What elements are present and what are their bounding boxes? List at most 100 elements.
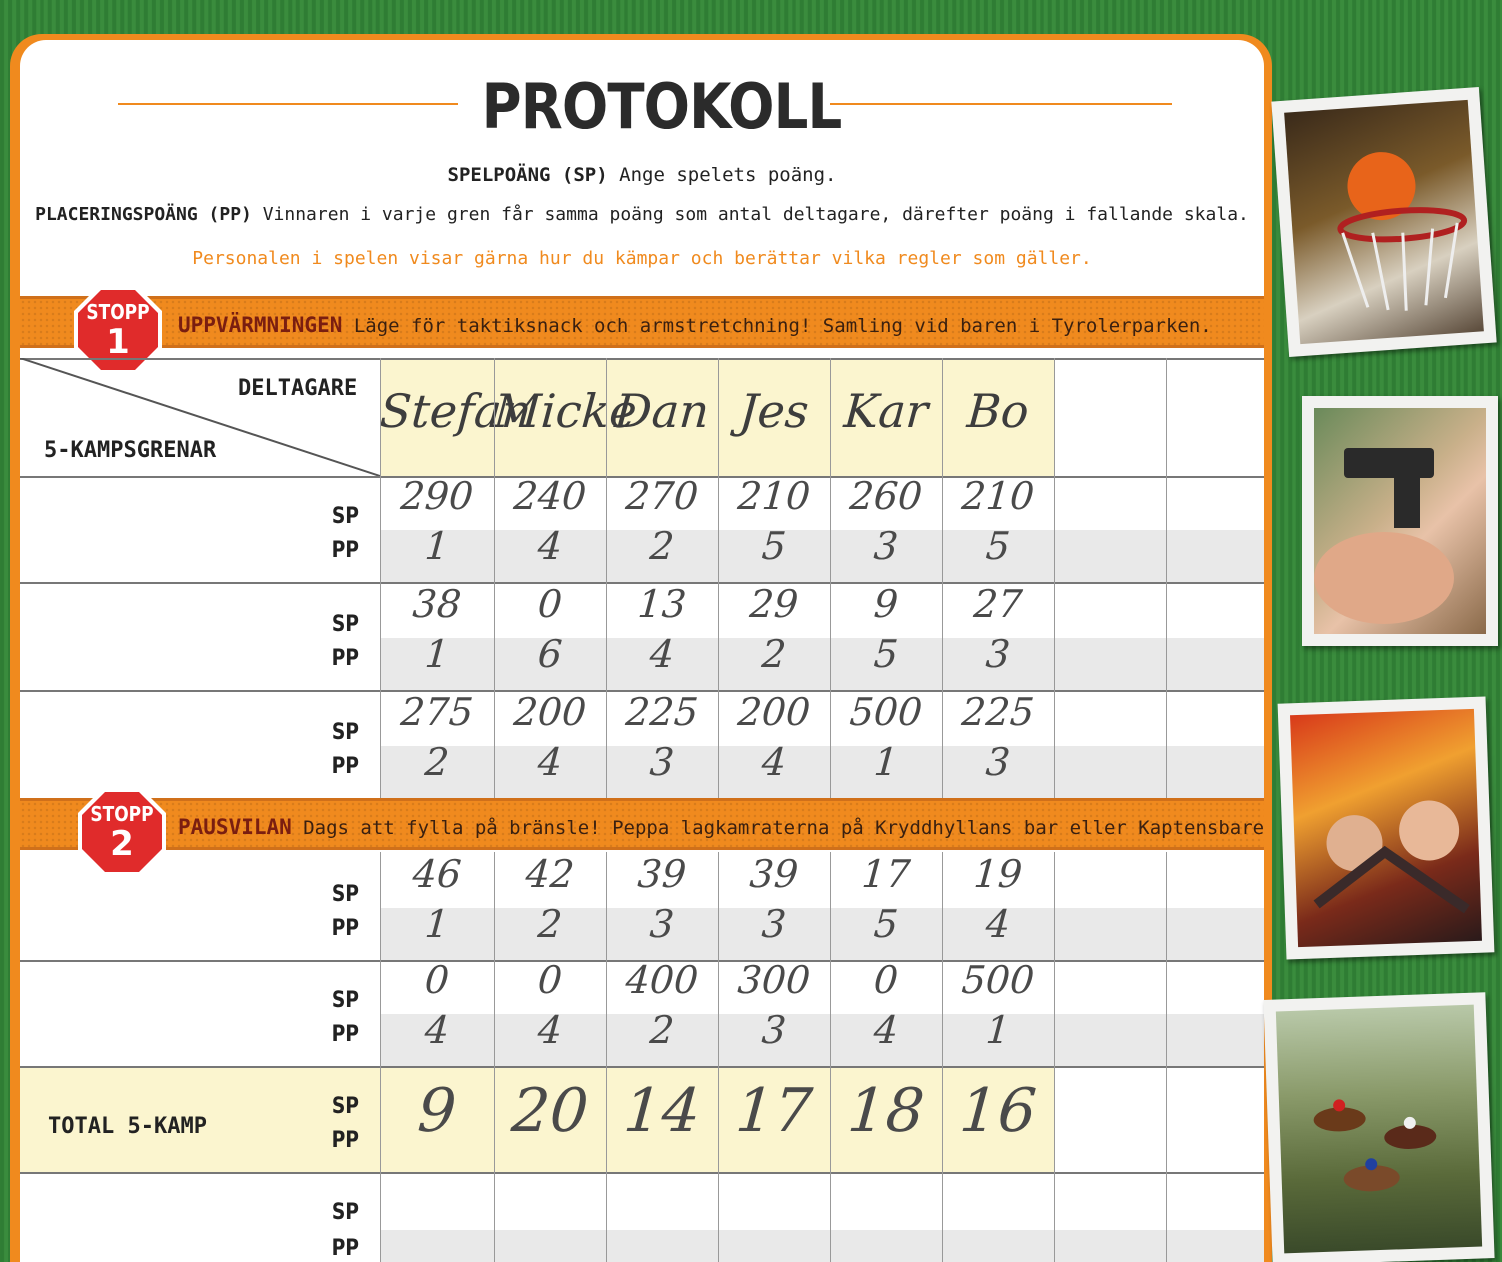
empty-row-shade (380, 1230, 1264, 1262)
sp-value: 0 (872, 958, 900, 1002)
column-divider (380, 852, 381, 1262)
participant-name: Dan (613, 384, 711, 438)
column-divider (494, 358, 495, 798)
column-divider (1166, 852, 1167, 1262)
sp-value: 500 (848, 690, 924, 734)
participant-name: Bo (965, 384, 1031, 438)
sp-value: 210 (736, 474, 812, 518)
score-table: DELTAGARE 5-KAMPSGRENAR Stefan Micke Dan Jes K… (20, 40, 1264, 1262)
total-sp-label: SP (331, 1094, 359, 1119)
pp-value: 2 (760, 632, 788, 676)
sp-label: SP (331, 720, 359, 745)
sp-value: 19 (972, 852, 1024, 896)
sp-value: 27 (972, 582, 1024, 626)
pp-value: 1 (423, 902, 451, 946)
pp-value: 1 (423, 524, 451, 568)
sp-value: 200 (736, 690, 812, 734)
column-divider (606, 358, 607, 798)
sp-value: 17 (860, 852, 912, 896)
column-divider (718, 358, 719, 798)
sp-value: 0 (536, 958, 564, 1002)
pp-value: 1 (872, 740, 900, 784)
pp-value: 2 (536, 902, 564, 946)
empty-sp-label: SP (331, 1200, 359, 1225)
stop2-sign-icon: STOPP 2 (76, 786, 168, 878)
column-divider (830, 852, 831, 1262)
pp-value: 2 (648, 524, 676, 568)
pp-value: 2 (648, 1008, 676, 1052)
stop2-band: PAUSVILAN Dags att fylla på bränsle! Pep… (20, 798, 1264, 850)
pp-value: 5 (984, 524, 1012, 568)
total-row-rule (20, 1172, 1264, 1174)
sp-value: 9 (872, 582, 900, 626)
sp-value: 13 (636, 582, 688, 626)
pp-label: PP (331, 538, 359, 563)
pp-value: 4 (872, 1008, 900, 1052)
pp-value: 6 (536, 632, 564, 676)
participant-name: Kar (842, 384, 930, 438)
sp-value: 260 (848, 474, 924, 518)
stop2-description: Dags att fylla på bränsle! Peppa lagkamr… (303, 817, 1264, 839)
basketball-game-photo (1271, 87, 1497, 357)
pp-value: 3 (760, 902, 788, 946)
sp-label: SP (331, 882, 359, 907)
stop2-title: PAUSVILAN (178, 815, 292, 839)
deltagare-label: DELTAGARE (238, 376, 358, 401)
pp-value: 3 (760, 1008, 788, 1052)
sp-value: 200 (512, 690, 588, 734)
sp-label: SP (331, 504, 359, 529)
participant-name: Jes (737, 384, 811, 438)
total-value: 9 (415, 1076, 459, 1146)
pp-value: 4 (536, 740, 564, 784)
stop2-word: STOPP (90, 802, 154, 826)
pp-value: 3 (648, 902, 676, 946)
pp-value: 2 (423, 740, 451, 784)
horse-race-image (1275, 1004, 1483, 1254)
grenar-label: 5-KAMPSGRENAR (44, 438, 217, 463)
total-pp-label: PP (331, 1128, 359, 1153)
pp-value: 3 (984, 632, 1012, 676)
pp-value: 3 (984, 740, 1012, 784)
shooting-game-photo (1302, 396, 1498, 646)
sp-value: 39 (748, 852, 800, 896)
pp-value: 5 (760, 524, 788, 568)
sp-value: 500 (960, 958, 1036, 1002)
horse-race-photo (1263, 992, 1495, 1262)
pp-value: 4 (536, 524, 564, 568)
pp-value: 1 (984, 1008, 1012, 1052)
participant-name: Micke (492, 384, 639, 438)
total-value: 18 (845, 1076, 927, 1146)
empty-pp-label: PP (331, 1236, 359, 1261)
column-divider (606, 852, 607, 1262)
arcade-image (1290, 708, 1482, 948)
total-value: 17 (733, 1076, 815, 1146)
sp-value: 210 (960, 474, 1036, 518)
column-divider (718, 852, 719, 1262)
pp-value: 4 (648, 632, 676, 676)
sp-value: 275 (399, 690, 475, 734)
sp-value: 225 (624, 690, 700, 734)
pp-value: 1 (423, 632, 451, 676)
basketball-image (1284, 99, 1484, 345)
sp-value: 240 (512, 474, 588, 518)
column-divider (1054, 852, 1055, 1262)
sp-label: SP (331, 612, 359, 637)
shooting-image (1314, 408, 1486, 634)
sp-value: 29 (748, 582, 800, 626)
sp-value: 400 (624, 958, 700, 1002)
sp-value: 290 (399, 474, 475, 518)
total-value: 14 (621, 1076, 703, 1146)
pp-label: PP (331, 916, 359, 941)
stop2-text: PAUSVILAN Dags att fylla på bränsle! Pep… (178, 815, 1264, 839)
stop2-number: 2 (110, 824, 134, 864)
pp-label: PP (331, 646, 359, 671)
column-divider (1054, 358, 1055, 798)
pp-value: 4 (760, 740, 788, 784)
sp-value: 46 (411, 852, 463, 896)
pp-label: PP (331, 1022, 359, 1047)
total-value: 16 (957, 1076, 1039, 1146)
pp-label: PP (331, 754, 359, 779)
sp-value: 270 (624, 474, 700, 518)
sp-value: 225 (960, 690, 1036, 734)
scorecard-paper: PROTOKOLL SPELPOÄNG (SP) Ange spelets po… (20, 40, 1264, 1262)
